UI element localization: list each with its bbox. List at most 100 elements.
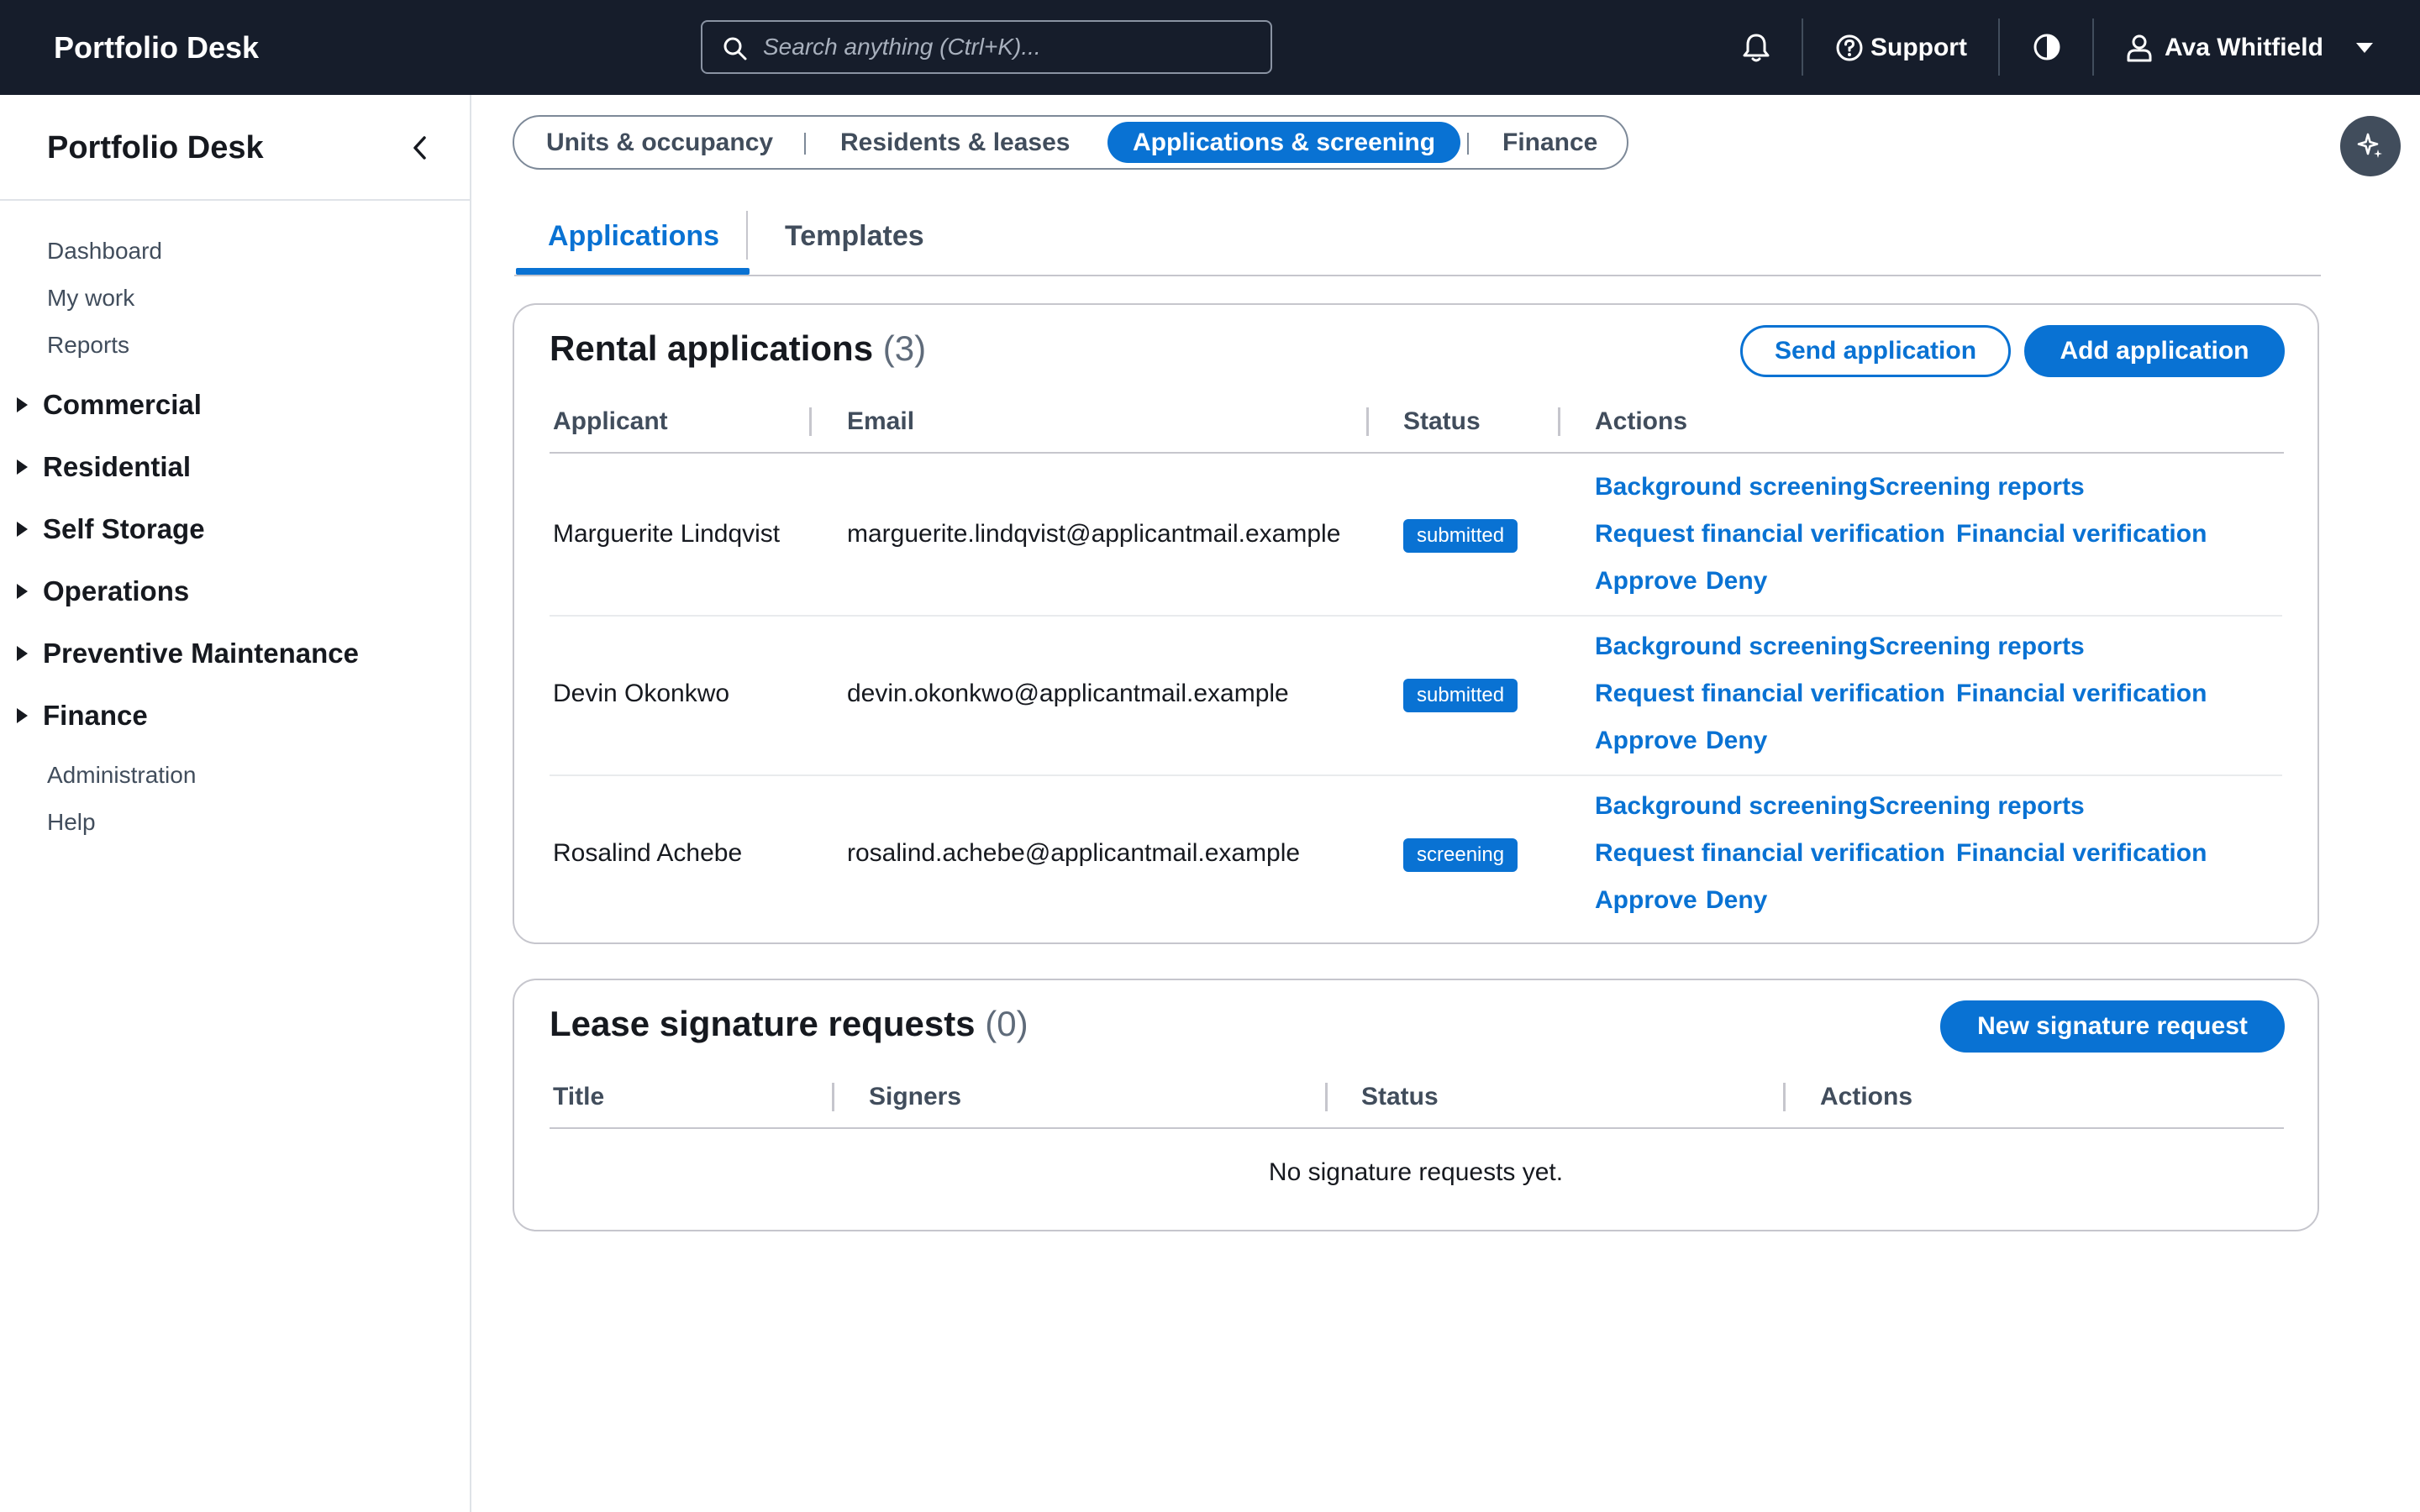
tab-divider <box>746 211 748 260</box>
search-placeholder: Search anything (Ctrl+K)... <box>763 34 1041 60</box>
segment-units-occupancy[interactable]: Units & occupancy <box>521 122 798 163</box>
column-resizer[interactable] <box>1783 1083 1786 1111</box>
user-icon <box>2127 34 2152 61</box>
lease-signature-requests-heading: Lease signature requests (0) <box>550 1004 1028 1044</box>
approve-link[interactable]: Approve <box>1595 886 1697 915</box>
column-resizer[interactable] <box>1558 407 1560 436</box>
bell-icon[interactable] <box>1741 32 1771 64</box>
sidebar-group-commercial[interactable]: Commercial <box>17 389 202 421</box>
sidebar-group-finance[interactable]: Finance <box>17 700 148 732</box>
column-resizer[interactable] <box>1325 1083 1328 1111</box>
segment-divider <box>804 133 806 155</box>
request-financial-verification-link[interactable]: Request financial verification <box>1595 520 1945 549</box>
sidebar-group-label: Residential <box>43 451 192 482</box>
applicant-name: Rosalind Achebe <box>553 839 743 867</box>
background-screening-link[interactable]: Background screening <box>1595 633 1868 661</box>
applicant-email: marguerite.lindqvist@applicantmail.examp… <box>847 520 1341 548</box>
tab-applications[interactable]: Applications <box>548 207 719 275</box>
screening-reports-link[interactable]: Screening reports <box>1869 792 2085 821</box>
sidebar-item-my-work[interactable]: My work <box>47 285 134 312</box>
column-resizer[interactable] <box>1366 407 1369 436</box>
empty-state-message: No signature requests yet. <box>1268 1158 1564 1186</box>
user-menu[interactable]: Ava Whitfield <box>2126 0 2374 95</box>
section-switcher: Units & occupancy Residents & leases App… <box>513 115 1628 170</box>
row-divider <box>550 615 2282 617</box>
side-navigation: Portfolio Desk Dashboard My work Reports… <box>0 95 471 1512</box>
heading-count: (3) <box>882 328 927 368</box>
sidebar-group-label: Operations <box>43 575 190 606</box>
sidebar-group-label: Finance <box>43 700 148 731</box>
background-screening-link[interactable]: Background screening <box>1595 792 1868 821</box>
user-name: Ava Whitfield <box>2165 33 2323 61</box>
contrast-icon[interactable] <box>2032 32 2062 62</box>
deny-link[interactable]: Deny <box>1706 567 1767 596</box>
top-navigation: Portfolio Desk Search anything (Ctrl+K).… <box>0 0 2420 95</box>
rental-applications-heading: Rental applications (3) <box>550 328 926 369</box>
sidebar-group-self-storage[interactable]: Self Storage <box>17 513 205 545</box>
heading-count: (0) <box>985 1004 1028 1043</box>
screening-reports-link[interactable]: Screening reports <box>1869 633 2085 661</box>
segment-finance[interactable]: Finance <box>1477 122 1623 163</box>
sidebar-header: Portfolio Desk <box>0 95 470 201</box>
sidebar-item-help[interactable]: Help <box>47 809 96 836</box>
sidebar-title[interactable]: Portfolio Desk <box>47 95 264 201</box>
caret-right-icon <box>17 646 28 661</box>
sidebar-item-administration[interactable]: Administration <box>47 762 196 789</box>
request-financial-verification-link[interactable]: Request financial verification <box>1595 680 1945 708</box>
column-header-status[interactable]: Status <box>1361 1083 1439 1111</box>
rental-applications-container: Rental applications (3) Send application… <box>513 303 2319 944</box>
caret-right-icon <box>17 397 28 412</box>
heading-text: Lease signature requests <box>550 1004 976 1043</box>
search-input[interactable]: Search anything (Ctrl+K)... <box>701 20 1272 74</box>
applicant-email: devin.okonkwo@applicantmail.example <box>847 680 1289 707</box>
deny-link[interactable]: Deny <box>1706 886 1767 915</box>
help-circle-icon <box>1836 34 1863 60</box>
column-header-actions: Actions <box>1595 407 1688 435</box>
new-signature-request-button[interactable]: New signature request <box>1940 1000 2285 1053</box>
request-financial-verification-link[interactable]: Request financial verification <box>1595 839 1945 868</box>
ai-assistant-button[interactable] <box>2340 116 2401 176</box>
lease-signature-requests-container: Lease signature requests (0) New signatu… <box>513 979 2319 1231</box>
add-application-button[interactable]: Add application <box>2024 325 2285 377</box>
column-resizer[interactable] <box>832 1083 834 1111</box>
tab-templates[interactable]: Templates <box>785 207 924 275</box>
segment-residents-leases[interactable]: Residents & leases <box>815 122 1095 163</box>
topbar-divider <box>1998 18 2000 76</box>
sparkle-icon <box>2357 133 2382 158</box>
sidebar-item-dashboard[interactable]: Dashboard <box>47 238 162 265</box>
sidebar-group-preventive-maintenance[interactable]: Preventive Maintenance <box>17 638 359 669</box>
applicant-name: Devin Okonkwo <box>553 680 730 707</box>
send-application-button[interactable]: Send application <box>1740 325 2011 377</box>
caret-right-icon <box>17 584 28 599</box>
segment-applications-screening[interactable]: Applications & screening <box>1107 122 1461 163</box>
approve-link[interactable]: Approve <box>1595 567 1697 596</box>
column-header-status[interactable]: Status <box>1403 407 1481 436</box>
column-header-title[interactable]: Title <box>553 1083 604 1111</box>
sidebar-group-label: Commercial <box>43 389 202 420</box>
financial-verification-link[interactable]: Financial verification <box>1956 520 2207 549</box>
chevron-left-icon[interactable] <box>408 134 432 162</box>
column-header-applicant[interactable]: Applicant <box>553 407 668 436</box>
column-header-signers[interactable]: Signers <box>869 1083 961 1111</box>
sidebar-group-residential[interactable]: Residential <box>17 451 191 483</box>
sidebar-group-operations[interactable]: Operations <box>17 575 189 607</box>
caret-right-icon <box>17 708 28 723</box>
approve-link[interactable]: Approve <box>1595 727 1697 755</box>
deny-link[interactable]: Deny <box>1706 727 1767 755</box>
caret-down-icon <box>2355 42 2373 53</box>
applicant-name: Marguerite Lindqvist <box>553 520 781 548</box>
background-screening-link[interactable]: Background screening <box>1595 473 1868 501</box>
brand-logo[interactable]: Portfolio Desk <box>54 0 259 95</box>
support-button[interactable]: Support <box>1835 0 1967 95</box>
sidebar-item-reports[interactable]: Reports <box>47 332 129 359</box>
financial-verification-link[interactable]: Financial verification <box>1956 839 2207 868</box>
status-badge: submitted <box>1403 679 1518 712</box>
column-header-email[interactable]: Email <box>847 407 914 436</box>
topbar-divider <box>2092 18 2094 76</box>
sidebar-group-label: Self Storage <box>43 513 205 544</box>
financial-verification-link[interactable]: Financial verification <box>1956 680 2207 708</box>
column-header-actions: Actions <box>1820 1083 1913 1110</box>
screening-reports-link[interactable]: Screening reports <box>1869 473 2085 501</box>
column-resizer[interactable] <box>809 407 812 436</box>
segment-divider <box>1467 133 1469 155</box>
